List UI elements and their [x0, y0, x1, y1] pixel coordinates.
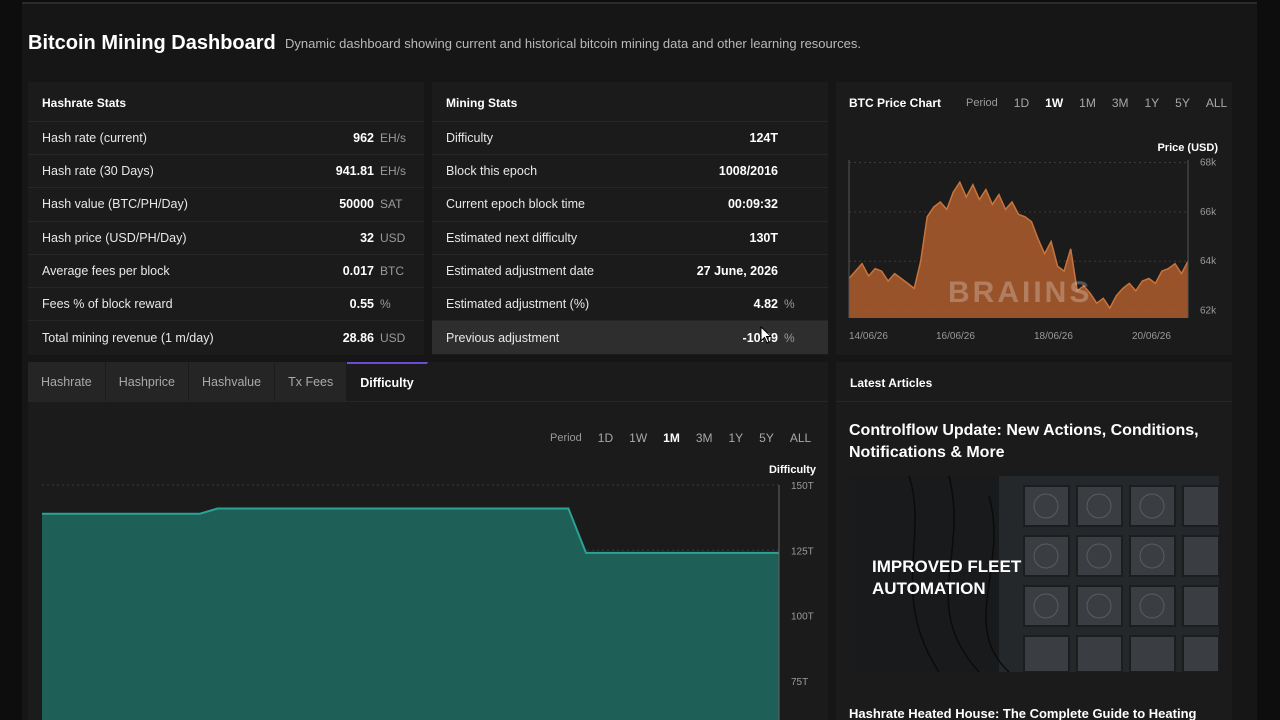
mining-stats-list: Difficulty 124T Block this epoch 1008/20…: [432, 122, 828, 355]
page-title: Bitcoin Mining Dashboard: [28, 32, 276, 54]
stat-value: 4.82: [753, 297, 778, 312]
stat-row: Total mining revenue (1 m/day) 28.86 USD: [28, 321, 424, 354]
price-x-tick: 16/06/26: [936, 331, 975, 342]
difficulty-y-tick: 100T: [791, 612, 814, 623]
stat-value: 00:09:32: [727, 197, 778, 212]
stat-value: 50000: [339, 197, 374, 212]
stat-value: 0.017: [342, 263, 374, 278]
stat-row: Hash rate (current) 962 EH/s: [28, 122, 424, 156]
stat-unit: SAT: [380, 197, 403, 212]
difficulty-y-tick: 75T: [791, 677, 808, 688]
price-x-tick: 20/06/26: [1132, 331, 1171, 342]
articles-title: Latest Articles: [836, 362, 1232, 402]
difficulty-y-tick: 125T: [791, 546, 814, 557]
articles-panel: Latest Articles Controlflow Update: New …: [836, 362, 1232, 720]
mining-stats-title: Mining Stats: [432, 82, 828, 122]
mining-stats-panel: Mining Stats Difficulty 124T Block this …: [432, 82, 828, 355]
stat-unit: %: [380, 297, 391, 312]
stat-label: Current epoch block time: [446, 197, 585, 212]
stat-unit: EH/s: [380, 164, 407, 179]
article-title-link[interactable]: Controlflow Update: New Actions, Conditi…: [849, 420, 1219, 464]
stat-row: Fees % of block reward 0.55 %: [28, 288, 424, 322]
stat-label: Average fees per block: [42, 263, 170, 278]
price-x-tick: 18/06/26: [1034, 331, 1073, 342]
stat-value: 130T: [749, 230, 779, 245]
difficulty-area: [42, 508, 779, 720]
stat-label: Difficulty: [446, 131, 494, 146]
stat-label: Previous adjustment: [446, 330, 560, 345]
price-chart-panel: BTC Price Chart Period 1D 1W 1M 3M 1Y 5Y…: [836, 82, 1232, 355]
watermark-logo: BRAIINS: [948, 276, 1092, 309]
price-x-tick: 14/06/26: [849, 331, 888, 342]
stat-value: 0.55: [349, 297, 374, 312]
price-y-tick: 62k: [1200, 306, 1217, 317]
stat-value: 27 June, 2026: [696, 263, 778, 278]
stat-row: Hash value (BTC/PH/Day) 50000 SAT: [28, 188, 424, 222]
hashrate-stats-title: Hashrate Stats: [28, 82, 424, 122]
stat-unit: USD: [380, 230, 406, 245]
stat-label: Estimated next difficulty: [446, 230, 578, 245]
stat-row: Hash price (USD/PH/Day) 32 USD: [28, 222, 424, 255]
stat-row: Difficulty 124T: [432, 122, 828, 156]
price-y-tick: 68k: [1200, 157, 1217, 168]
price-y-tick: 64k: [1200, 256, 1217, 267]
stat-value: 962: [353, 131, 374, 146]
metrics-chart-panel: Hashrate Hashprice Hashvalue Tx Fees Dif…: [28, 362, 828, 720]
stat-label: Hash price (USD/PH/Day): [42, 230, 187, 245]
stat-value: 124T: [749, 131, 779, 146]
stat-value: 1008/2016: [718, 164, 778, 179]
difficulty-chart: 75T 100T 125T 150T: [42, 481, 814, 720]
stat-label: Hash value (BTC/PH/Day): [42, 197, 188, 212]
stat-row: Estimated adjustment date 27 June, 2026: [432, 255, 828, 288]
stat-unit: BTC: [380, 263, 404, 278]
mouse-cursor-icon: [760, 326, 773, 344]
stat-label: Hash rate (30 Days): [42, 164, 154, 179]
stat-row: Current epoch block time 00:09:32: [432, 188, 828, 222]
stat-label: Block this epoch: [446, 164, 538, 179]
hashrate-stats-list: Hash rate (current) 962 EH/s Hash rate (…: [28, 122, 424, 354]
stat-unit: %: [784, 297, 795, 312]
hashrate-stats-panel: Hashrate Stats Hash rate (current) 962 E…: [28, 82, 424, 355]
article-image-caption: IMPROVED FLEET AUTOMATION: [872, 557, 1022, 598]
stat-row: Block this epoch 1008/2016: [432, 155, 828, 189]
stat-row: Estimated next difficulty 130T: [432, 222, 828, 255]
stat-value: 941.81: [335, 164, 374, 179]
article-image[interactable]: IMPROVED FLEET AUTOMATION: [849, 476, 1219, 672]
article-title-link[interactable]: Hashrate Heated House: The Complete Guid…: [849, 705, 1219, 720]
stat-value: 28.86: [342, 330, 374, 345]
stat-label: Estimated adjustment date: [446, 263, 594, 278]
page-subtitle: Dynamic dashboard showing current and hi…: [285, 36, 861, 51]
price-y-tick: 66k: [1200, 207, 1217, 218]
stat-label: Hash rate (current): [42, 131, 147, 146]
stat-label: Total mining revenue (1 m/day): [42, 330, 214, 345]
stat-row: Hash rate (30 Days) 941.81 EH/s: [28, 155, 424, 189]
price-chart: 62k 64k 66k 68k BRAIINS 14/06/26 16/06/26 18/06…: [848, 157, 1217, 342]
stat-unit: %: [784, 330, 795, 345]
stat-label: Fees % of block reward: [42, 297, 173, 312]
stat-label: Estimated adjustment (%): [446, 297, 590, 312]
stat-row: Estimated adjustment (%) 4.82 %: [432, 288, 828, 322]
stat-value: 32: [360, 230, 374, 245]
stat-unit: EH/s: [380, 131, 407, 146]
stat-unit: USD: [380, 330, 406, 345]
stat-row: Average fees per block 0.017 BTC: [28, 255, 424, 288]
difficulty-y-tick: 150T: [791, 481, 814, 492]
